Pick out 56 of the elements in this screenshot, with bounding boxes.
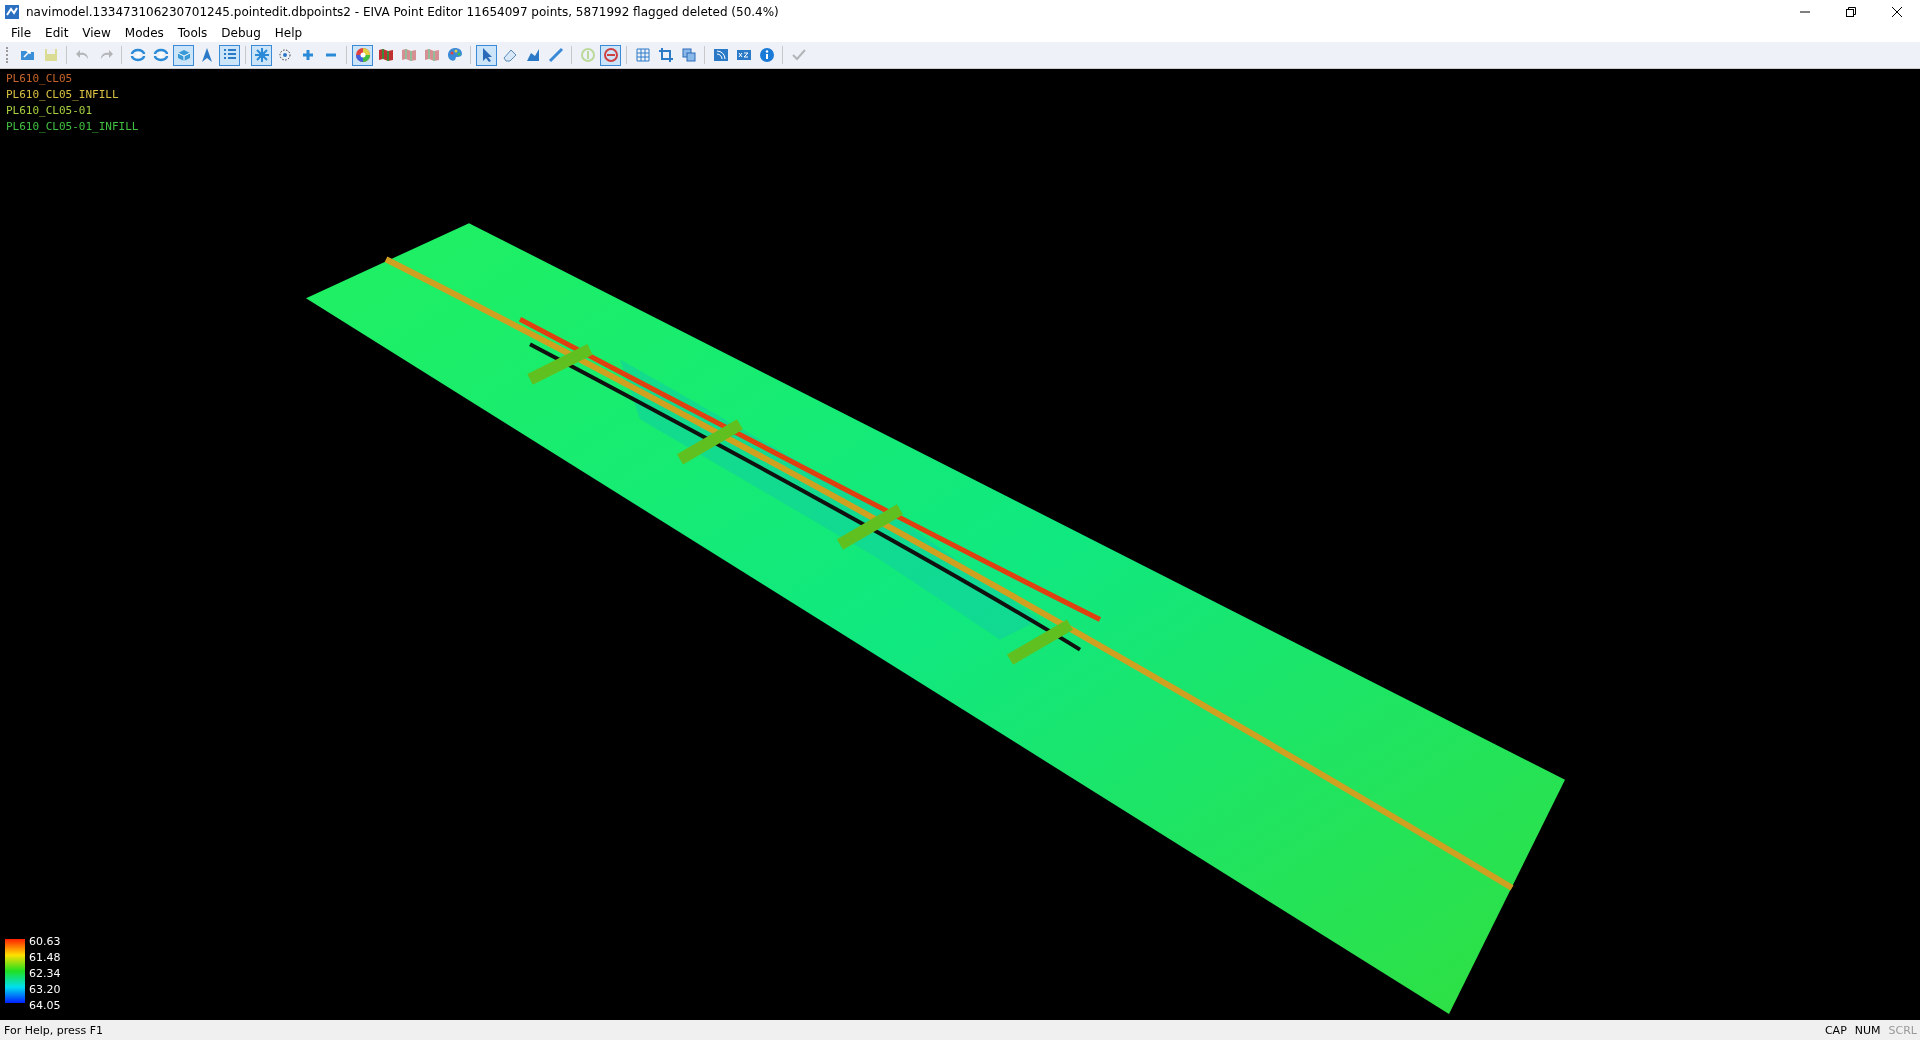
xyz-icon [735, 47, 752, 63]
color-scale-bar [5, 939, 25, 1003]
menu-item[interactable]: Tools [170, 26, 215, 40]
close-icon [1892, 7, 1902, 17]
layer-label: PL610_CL05-01_INFILL [6, 119, 139, 135]
scale-value: 60.63 [29, 934, 61, 950]
layer-label: PL610_CL05 [6, 71, 74, 87]
toolbar-stop-button[interactable] [600, 44, 621, 66]
3d-viewport[interactable]: PL610_CL05 PL610_CL05_INFILL PL610_CL05-01 PL610_CL05-01_INFILL 60.63 61.48 62.34 63.20 64.05 [0, 69, 1920, 1020]
cube-icon [175, 47, 192, 63]
menu-item[interactable]: Edit [38, 26, 76, 40]
app-icon [4, 4, 20, 20]
layer-label: PL610_CL05_INFILL [6, 87, 120, 103]
toolbar-pointer-button[interactable] [476, 44, 497, 66]
toolbar-list-button[interactable] [219, 44, 240, 66]
menu-item[interactable]: File [4, 26, 39, 40]
crop-icon [657, 47, 674, 63]
target-icon [276, 47, 293, 63]
save-icon [42, 47, 59, 63]
status-indicator: CAP [1823, 1023, 1848, 1037]
stop-icon [602, 47, 619, 63]
map-icon [400, 47, 417, 63]
star-icon [253, 47, 270, 63]
toolbar-cube-button[interactable] [173, 44, 194, 66]
status-text: For Help, press F1 [4, 1023, 104, 1037]
info-icon [758, 47, 775, 63]
status-indicator: NUM [1853, 1023, 1882, 1037]
toolbar-star-button[interactable] [251, 44, 272, 66]
ring-icon [579, 47, 596, 63]
menu-item[interactable]: Help [267, 26, 310, 40]
ruler-icon [547, 47, 564, 63]
map-icon [377, 47, 394, 63]
open-icon [19, 47, 36, 63]
palette-icon [446, 47, 463, 63]
feed-icon [712, 47, 729, 63]
menu-item[interactable]: Debug [214, 26, 268, 40]
scale-value: 62.34 [29, 966, 61, 982]
rotate-icon [129, 47, 146, 63]
window-title: navimodel.133473106230701245.pointedit.dbpoints2 - EIVA Point Editor 11654097 points, 5871992 flagged deleted (50.4%) [26, 5, 779, 19]
scale-value: 61.48 [29, 950, 61, 966]
menu-item[interactable]: Modes [117, 26, 171, 40]
menu-item[interactable]: View [75, 26, 118, 40]
layer-label: PL610_CL05-01 [6, 103, 94, 119]
toolbar-wheel-button[interactable] [352, 44, 373, 66]
wheel-icon [354, 47, 371, 63]
map-icon [423, 47, 440, 63]
eraser-icon [501, 47, 518, 63]
layers-icon [680, 47, 697, 63]
shape-icon [524, 47, 541, 63]
rotate-icon [152, 47, 169, 63]
grid-icon [634, 47, 651, 63]
check-icon [790, 47, 807, 63]
restore-icon [1846, 7, 1856, 17]
status-indicator: SCRL [1887, 1023, 1918, 1037]
scale-value: 64.05 [29, 998, 61, 1014]
scale-value: 63.20 [29, 982, 61, 998]
